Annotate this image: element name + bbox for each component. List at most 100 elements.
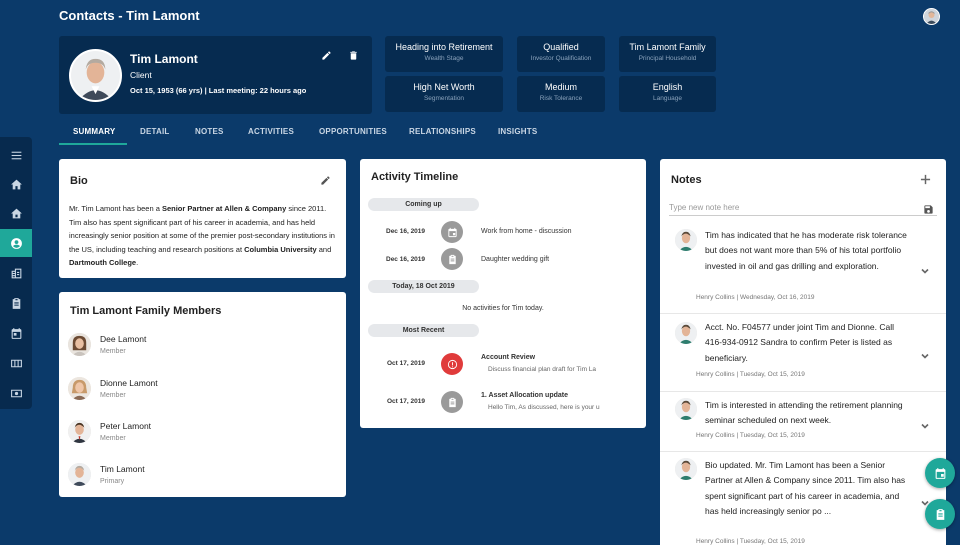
member-relation: Member	[100, 392, 126, 399]
clipboard-icon	[936, 508, 944, 520]
profile-photo	[69, 49, 122, 102]
edit-bio-icon[interactable]	[320, 173, 331, 185]
calendar-icon	[935, 467, 945, 479]
reports-icon[interactable]	[0, 349, 32, 377]
tab-activities[interactable]: ACTIVITIES	[248, 127, 294, 149]
clipboard-icon	[441, 391, 463, 413]
today-empty-message: No activities for Tim today.	[462, 305, 544, 312]
activity-description: Hello Tim, As discussed, here is your u	[488, 404, 600, 411]
activity-description: Discuss financial plan draft for Tim La	[488, 366, 597, 373]
family-title: Tim Lamont Family Members	[70, 305, 222, 317]
contacts-icon[interactable]	[0, 229, 32, 257]
note-meta: Henry Collins | Tuesday, Oct 15, 2019	[696, 538, 805, 545]
activity-date: Dec 16, 2019	[386, 228, 426, 235]
segmentation-tile: High Net Worth Segmentation	[385, 76, 503, 112]
side-rail	[0, 137, 32, 409]
profile-card: Tim Lamont Client Oct 15, 1953 (66 yrs) …	[59, 36, 372, 114]
delete-profile-icon[interactable]	[348, 48, 359, 60]
investor-qualification-tile: Qualified Investor Qualification	[517, 36, 605, 72]
notes-title: Notes	[671, 174, 702, 186]
profile-name: Tim Lamont	[130, 52, 198, 66]
activity-date: Dec 16, 2019	[386, 256, 426, 263]
note-text: Tim has indicated that he has moderate r…	[705, 230, 907, 271]
tile-label: Segmentation	[423, 95, 465, 102]
tab-relationships[interactable]: RELATIONSHIPS	[409, 127, 476, 149]
tasks-icon[interactable]	[0, 289, 32, 317]
note-meta: Henry Collins | Tuesday, Oct 15, 2019	[696, 432, 805, 439]
today-label: Today, 18 Oct 2019	[368, 280, 479, 293]
activity-title[interactable]: Daughter wedding gift	[481, 256, 549, 263]
money-icon[interactable]	[0, 379, 32, 407]
tile-value: English	[652, 82, 683, 92]
wealth-stage-tile: Heading into Retirement Wealth Stage	[385, 36, 503, 72]
member-name: Peter Lamont	[100, 421, 152, 431]
chevron-down-icon[interactable]	[920, 418, 930, 429]
tile-value: Medium	[544, 82, 577, 92]
activity-title[interactable]: Work from home - discussion	[481, 228, 572, 235]
accounts-icon[interactable]	[0, 259, 32, 287]
note-item[interactable]: Bio updated. Mr. Tim Lamont has been a S…	[660, 452, 946, 545]
tile-label: Language	[653, 95, 682, 102]
alert-icon	[441, 353, 463, 375]
author-avatar	[675, 458, 697, 480]
language-tile: English Language	[619, 76, 716, 112]
bio-card: Bio Mr. Tim Lamont has been a Senior Par…	[59, 159, 346, 278]
tile-value: Qualified	[543, 42, 579, 52]
chevron-down-icon[interactable]	[920, 263, 930, 274]
note-text: Acct. No. F04577 under joint Tim and Dio…	[705, 322, 894, 363]
activity-date: Oct 17, 2019	[387, 360, 425, 367]
author-avatar	[675, 322, 697, 344]
tab-opportunities[interactable]: OPPORTUNITIES	[319, 127, 387, 149]
add-task-button[interactable]	[925, 499, 955, 529]
activity-date: Oct 17, 2019	[387, 398, 425, 405]
activity-title[interactable]: 1. Asset Allocation update	[481, 392, 568, 399]
new-note-input[interactable]	[669, 199, 937, 216]
timeline-title: Activity Timeline	[371, 171, 459, 183]
member-avatar	[68, 420, 91, 443]
note-text: Bio updated. Mr. Tim Lamont has been a S…	[705, 460, 906, 517]
author-avatar	[675, 229, 697, 251]
risk-tolerance-tile: Medium Risk Tolerance	[517, 76, 605, 112]
member-name: Dionne Lamont	[100, 378, 158, 388]
note-item[interactable]: Acct. No. F04577 under joint Tim and Dio…	[660, 314, 946, 392]
household-icon[interactable]	[0, 199, 32, 227]
user-avatar[interactable]	[923, 8, 940, 25]
home-icon[interactable]	[0, 170, 32, 198]
tile-label: Investor Qualification	[530, 55, 592, 62]
menu-icon[interactable]	[0, 141, 32, 169]
most-recent-label: Most Recent	[368, 324, 479, 337]
tab-detail[interactable]: DETAIL	[140, 127, 170, 149]
tab-insights[interactable]: INSIGHTS	[498, 127, 537, 149]
schedule-event-button[interactable]	[925, 458, 955, 488]
member-name: Dee Lamont	[100, 334, 147, 344]
note-text: Tim is interested in attending the retir…	[705, 400, 903, 426]
member-avatar	[68, 333, 91, 356]
active-tab-indicator	[59, 143, 127, 145]
tab-notes[interactable]: NOTES	[195, 127, 224, 149]
author-avatar	[675, 398, 697, 420]
tile-label: Risk Tolerance	[539, 95, 583, 102]
tab-summary[interactable]: SUMMARY	[73, 127, 115, 149]
note-item[interactable]: Tim is interested in attending the retir…	[660, 392, 946, 452]
edit-profile-icon[interactable]	[321, 48, 332, 60]
add-note-icon[interactable]	[920, 172, 931, 185]
clipboard-icon	[441, 248, 463, 270]
coming-up-label: Coming up	[368, 198, 479, 211]
note-item[interactable]: Tim has indicated that he has moderate r…	[660, 221, 946, 314]
profile-meta: Oct 15, 1953 (66 yrs) | Last meeting: 22…	[130, 86, 307, 95]
member-relation: Primary	[100, 478, 125, 485]
save-icon[interactable]	[923, 202, 934, 214]
calendar-icon	[441, 221, 463, 243]
activity-title[interactable]: Account Review	[481, 354, 535, 361]
chevron-down-icon[interactable]	[920, 348, 930, 359]
member-name: Tim Lamont	[100, 464, 145, 474]
tile-value: Heading into Retirement	[395, 42, 493, 52]
bio-text: Mr. Tim Lamont has been a Senior Partner…	[69, 204, 335, 268]
principal-household-tile: Tim Lamont Family Principal Household	[619, 36, 716, 72]
note-meta: Henry Collins | Tuesday, Oct 15, 2019	[696, 371, 805, 378]
profile-role: Client	[130, 70, 152, 80]
bio-title: Bio	[70, 175, 88, 187]
member-relation: Member	[100, 348, 126, 355]
page-title: Contacts - Tim Lamont	[59, 8, 200, 23]
calendar-icon[interactable]	[0, 319, 32, 347]
